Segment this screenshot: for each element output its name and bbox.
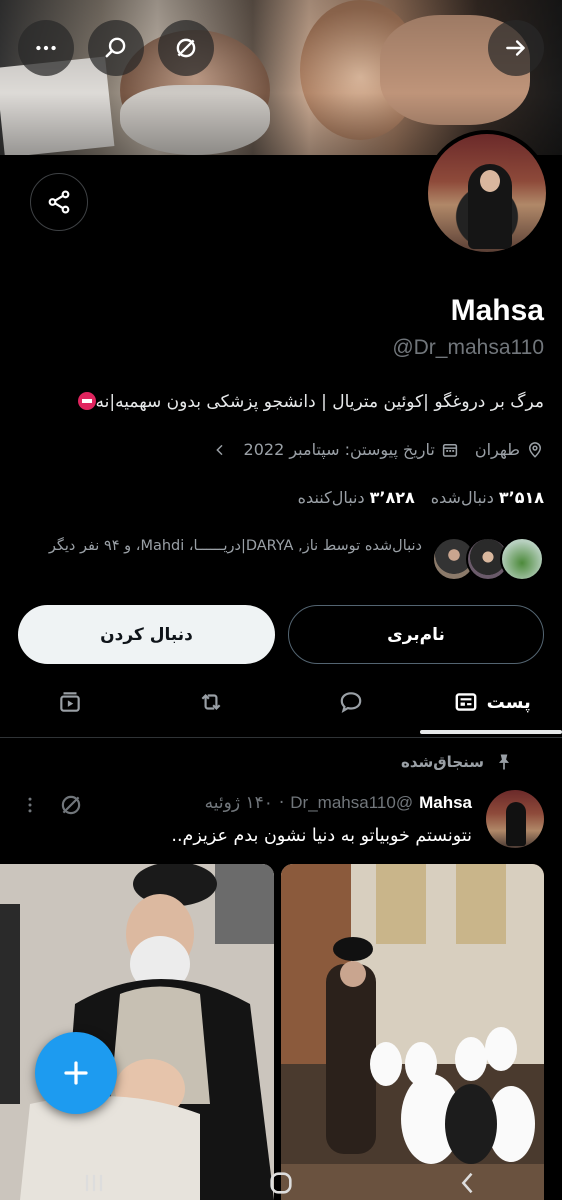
post-author-name[interactable]: Mahsa: [419, 793, 472, 813]
post-text: نتونستم خوبیاتو به دنیا نشون بدم عزیزم..: [171, 826, 472, 846]
followed-by-text: دنبال‌شده توسط ناز, DARYA|دریــــــا، Ma…: [48, 538, 422, 554]
post-author-avatar[interactable]: [486, 790, 544, 848]
divider: [0, 737, 562, 738]
post-image-left-art: [0, 864, 274, 1200]
tab-replies[interactable]: [281, 672, 422, 732]
tab-retweets[interactable]: [141, 672, 282, 732]
arrow-right-icon: [506, 40, 525, 56]
profile-handle: @Dr_mahsa110: [392, 336, 544, 359]
back-nav-icon[interactable]: [454, 1169, 482, 1197]
post-author-handle: @Dr_mahsa110: [290, 793, 414, 812]
active-tab-indicator: [420, 730, 562, 734]
grok-button[interactable]: [158, 20, 214, 76]
join-date: تاریخ پیوستن: سپتامبر 2022: [244, 440, 459, 459]
share-button[interactable]: [30, 173, 88, 231]
post-separator: ·: [278, 793, 285, 813]
grok-icon: [176, 38, 196, 58]
more-vertical-icon[interactable]: [20, 792, 40, 818]
share-icon: [48, 190, 70, 214]
post-actions-top: [20, 792, 84, 818]
post-image-left[interactable]: [0, 864, 274, 1200]
location-pin-icon: [528, 441, 542, 458]
follow-button[interactable]: دنبال کردن: [18, 605, 275, 664]
following-stat[interactable]: ۳٬۵۱۸دنبال‌شده: [431, 488, 544, 507]
system-navigation-bar: [0, 1166, 562, 1200]
calendar-icon: [442, 443, 457, 457]
post-image-right[interactable]: [281, 864, 544, 1200]
post-date: ۱۴۰ ژوئیه: [204, 793, 273, 813]
replies-icon: [340, 692, 362, 713]
followed-by[interactable]: دنبال‌شده توسط ناز, DARYA|دریــــــا، Ma…: [16, 535, 544, 587]
pin-icon: [499, 754, 509, 770]
retweet-icon: [201, 693, 221, 711]
followed-by-avatars: [432, 535, 544, 583]
profile-name: Mahsa: [450, 294, 544, 327]
tab-posts-label: پست: [486, 691, 531, 713]
pinned-indicator: سنجاق‌شده: [401, 752, 514, 772]
bio-text: مرگ بر دروغگو |کوئین متریال | دانشجو پزش…: [95, 392, 544, 412]
plus-icon: [64, 1061, 88, 1085]
more-options-button[interactable]: [18, 20, 74, 76]
more-dots-icon: [36, 45, 56, 51]
profile-avatar[interactable]: [424, 130, 550, 256]
tab-posts[interactable]: پست: [422, 672, 562, 732]
no-entry-icon: [77, 392, 96, 410]
join-date-text: تاریخ پیوستن: سپتامبر 2022: [243, 440, 435, 459]
post-header: Mahsa @Dr_mahsa110 · ۱۴۰ ژوئیه: [205, 793, 472, 813]
back-button[interactable]: [488, 20, 544, 76]
profile-bio: مرگ بر دروغگو |کوئین متریال | دانشجو پزش…: [14, 392, 544, 412]
notify-button[interactable]: نام‌بری: [288, 605, 544, 664]
profile-meta: طهران تاریخ پیوستن: سپتامبر 2022: [212, 440, 544, 459]
media-icon: [60, 692, 80, 712]
grok-icon[interactable]: [58, 792, 84, 818]
tab-media[interactable]: [0, 672, 141, 732]
recent-apps-icon[interactable]: [80, 1169, 108, 1197]
posts-icon: [455, 693, 477, 711]
profile-tabs: پست: [0, 672, 562, 732]
post-image-right-art: [281, 864, 544, 1200]
search-icon: [105, 37, 126, 58]
followers-stat[interactable]: ۳٬۸۲۸دنبال‌کننده: [298, 488, 415, 507]
follow-stats: ۳٬۵۱۸دنبال‌شده ۳٬۸۲۸دنبال‌کننده: [298, 488, 544, 507]
location-text: طهران: [474, 440, 520, 459]
chevron-left-icon[interactable]: [212, 442, 228, 458]
avatar: [500, 537, 544, 581]
search-button[interactable]: [88, 20, 144, 76]
compose-button[interactable]: [35, 1032, 117, 1114]
location: طهران: [475, 440, 544, 459]
home-icon[interactable]: [267, 1169, 295, 1197]
pinned-label: سنجاق‌شده: [401, 753, 484, 771]
